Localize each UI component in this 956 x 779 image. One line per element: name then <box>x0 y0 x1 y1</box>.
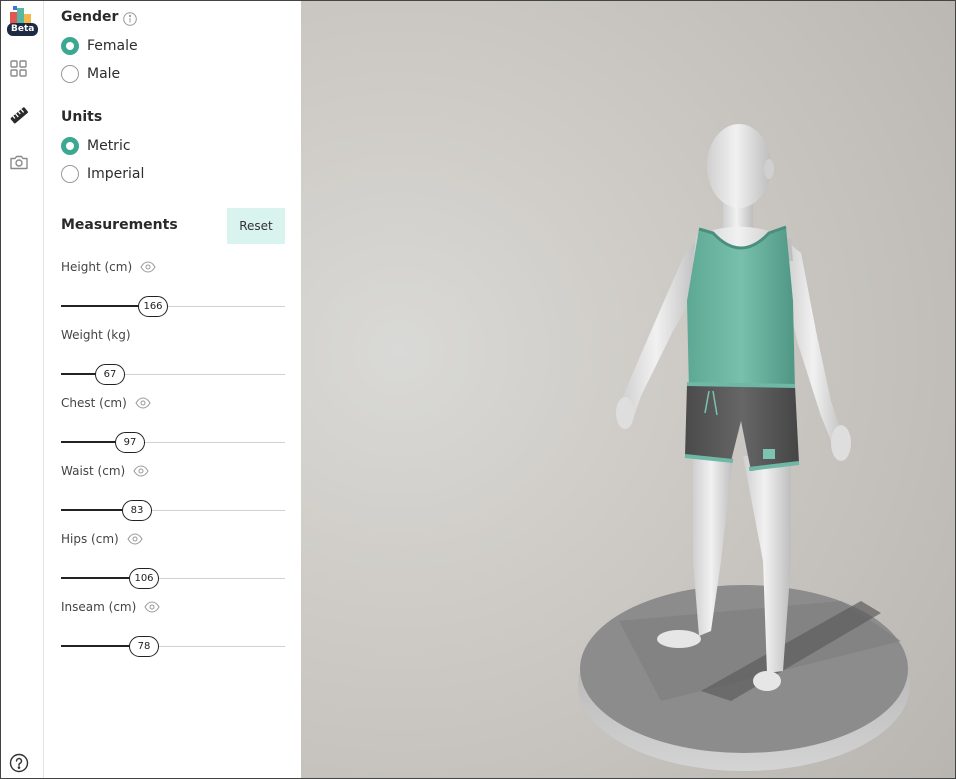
radio-button <box>61 165 79 183</box>
platform <box>578 585 910 771</box>
slider-thumb[interactable]: 78 <box>129 636 159 657</box>
measurement-label-inseam: Inseam (cm) <box>61 600 160 614</box>
measurement-label: Inseam (cm) <box>61 600 137 614</box>
eye-icon[interactable] <box>144 601 160 613</box>
beta-badge: Beta <box>7 23 39 36</box>
avatar-viewport[interactable] <box>301 1 955 778</box>
radio-label: Male <box>87 66 121 82</box>
radio-label: Imperial <box>87 166 145 182</box>
slider-thumb[interactable]: 97 <box>115 432 145 453</box>
slider-thumb[interactable]: 67 <box>95 364 125 385</box>
eye-icon[interactable] <box>135 397 151 409</box>
radio-button <box>61 65 79 83</box>
measurement-label: Waist (cm) <box>61 464 126 478</box>
camera-icon[interactable] <box>9 152 29 172</box>
units-title: Units <box>61 109 103 125</box>
info-icon[interactable] <box>123 11 137 26</box>
radio-label: Female <box>87 38 138 54</box>
ruler-icon[interactable] <box>9 105 29 125</box>
radio-button <box>61 37 79 55</box>
eye-icon[interactable] <box>140 261 156 273</box>
radio-female[interactable]: Female <box>61 35 138 57</box>
measurement-label: Weight (kg) <box>61 328 131 342</box>
radio-metric[interactable]: Metric <box>61 135 131 157</box>
measurement-label-hips: Hips (cm) <box>61 532 143 546</box>
measurement-label-waist: Waist (cm) <box>61 464 149 478</box>
settings-panel: Gender Female Male Units Metric Imperial… <box>45 1 301 778</box>
radio-button <box>61 137 79 155</box>
app-logo: Beta <box>6 6 39 36</box>
measurement-label: Height (cm) <box>61 260 133 274</box>
measurement-label-weight: Weight (kg) <box>61 328 131 342</box>
inseam-slider[interactable]: 78 <box>61 635 285 659</box>
gender-title: Gender <box>61 9 119 25</box>
measurement-label: Hips (cm) <box>61 532 119 546</box>
app-frame: Beta Gender Female Male Units Metric Imp… <box>0 0 956 779</box>
measurement-label-chest: Chest (cm) <box>61 396 151 410</box>
slider-thumb[interactable]: 83 <box>122 500 152 521</box>
icon-rail: Beta <box>1 1 44 778</box>
weight-slider[interactable]: 67 <box>61 363 285 387</box>
radio-imperial[interactable]: Imperial <box>61 163 144 185</box>
grid-icon[interactable] <box>9 59 29 79</box>
reset-button[interactable]: Reset <box>227 208 285 244</box>
measurement-label: Chest (cm) <box>61 396 127 410</box>
help-icon[interactable] <box>9 753 29 773</box>
slider-thumb[interactable]: 106 <box>129 568 159 589</box>
measurements-title: Measurements <box>61 217 178 233</box>
chest-slider[interactable]: 97 <box>61 431 285 455</box>
eye-icon[interactable] <box>127 533 143 545</box>
slider-thumb[interactable]: 166 <box>138 296 168 317</box>
measurement-label-height: Height (cm) <box>61 260 156 274</box>
height-slider[interactable]: 166 <box>61 295 285 319</box>
avatar-scene <box>578 124 910 771</box>
eye-icon[interactable] <box>133 465 149 477</box>
waist-slider[interactable]: 83 <box>61 499 285 523</box>
radio-label: Metric <box>87 138 131 154</box>
hips-slider[interactable]: 106 <box>61 567 285 591</box>
radio-male[interactable]: Male <box>61 63 120 85</box>
